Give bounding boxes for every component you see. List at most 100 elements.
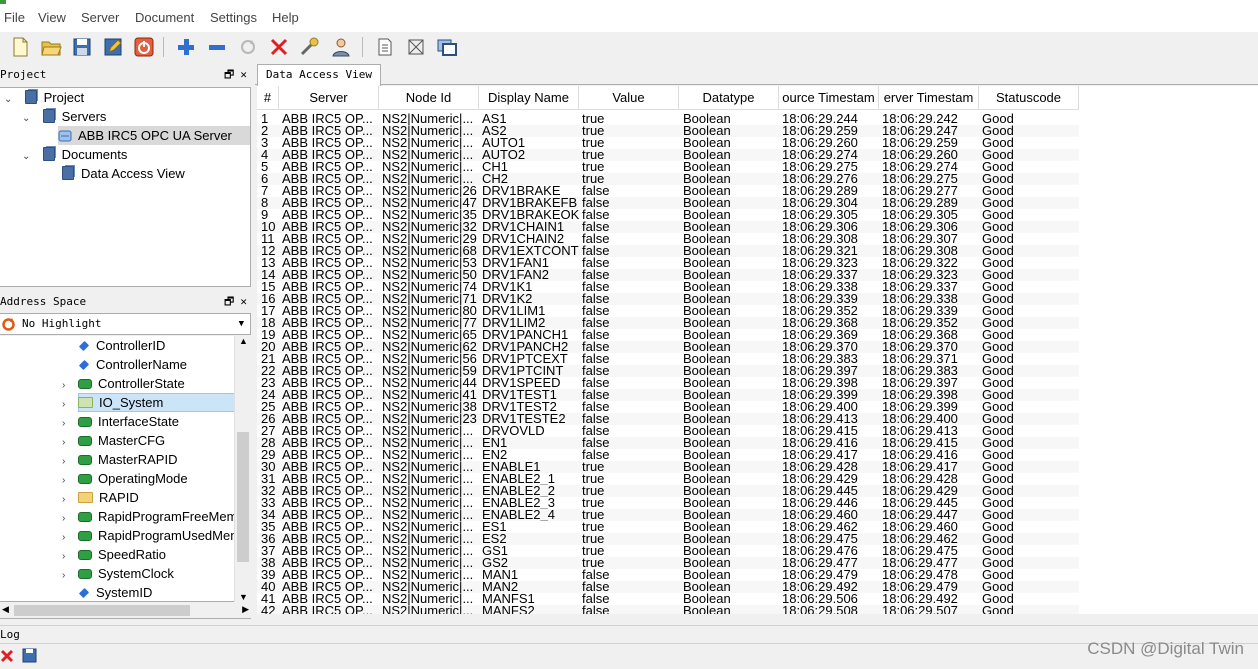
chevron-down-icon[interactable]: ▼ bbox=[239, 314, 244, 334]
menu-document[interactable]: Document bbox=[135, 10, 194, 25]
column-header-row-number[interactable]: # bbox=[257, 86, 279, 110]
delete-icon[interactable] bbox=[267, 35, 291, 59]
table-row[interactable]: 21 ABB IRC5 OP... NS2|Numeric|56 DRV1PTCEXT… bbox=[257, 353, 1079, 365]
address-item[interactable]: › ControllerState bbox=[62, 374, 185, 393]
power-icon[interactable] bbox=[132, 35, 156, 59]
table-row[interactable]: 32 ABB IRC5 OP... NS2|Numeric|... ENABLE2_2… bbox=[257, 485, 1079, 497]
address-item[interactable]: › SystemClock bbox=[62, 564, 174, 583]
scroll-thumb[interactable] bbox=[14, 605, 190, 616]
remove-icon[interactable] bbox=[205, 35, 229, 59]
table-row[interactable]: 30 ABB IRC5 OP... NS2|Numeric|... ENABLE1 tr… bbox=[257, 461, 1079, 473]
new-document-icon[interactable] bbox=[8, 35, 32, 59]
save-icon[interactable] bbox=[70, 35, 94, 59]
table-row[interactable]: 34 ABB IRC5 OP... NS2|Numeric|... ENABLE2_4… bbox=[257, 509, 1079, 521]
address-item[interactable]: ControllerID bbox=[78, 336, 165, 355]
table-row[interactable]: 11 ABB IRC5 OP... NS2|Numeric|29 DRV1CHAIN2… bbox=[257, 233, 1079, 245]
tree-item-documents[interactable]: ⌄ Documents bbox=[22, 145, 127, 164]
scroll-right-icon[interactable]: ▶ bbox=[242, 604, 249, 615]
table-row[interactable]: 20 ABB IRC5 OP... NS2|Numeric|62 DRV1PANCH2… bbox=[257, 341, 1079, 353]
table-row[interactable]: 35 ABB IRC5 OP... NS2|Numeric|... ES1 true Bo… bbox=[257, 521, 1079, 533]
chevron-down-icon[interactable]: ⌄ bbox=[22, 147, 32, 166]
address-horizontal-scrollbar[interactable]: ◀ ▶ bbox=[0, 602, 251, 619]
table-row[interactable]: 15 ABB IRC5 OP... NS2|Numeric|74 DRV1K1 fals… bbox=[257, 281, 1079, 293]
scroll-thumb[interactable] bbox=[237, 432, 249, 562]
table-row[interactable]: 14 ABB IRC5 OP... NS2|Numeric|50 DRV1FAN2 fa… bbox=[257, 269, 1079, 281]
float-icon[interactable]: 🗗 bbox=[224, 295, 234, 308]
scroll-left-icon[interactable]: ◀ bbox=[2, 604, 9, 615]
address-item[interactable]: › RapidProgramUsedMem bbox=[62, 526, 234, 545]
menu-settings[interactable]: Settings bbox=[210, 10, 257, 25]
table-row[interactable]: 31 ABB IRC5 OP... NS2|Numeric|... ENABLE2_1… bbox=[257, 473, 1079, 485]
tree-item-server[interactable]: ABB IRC5 OPC UA Server bbox=[58, 126, 250, 145]
table-row[interactable]: 6 ABB IRC5 OP... NS2|Numeric|... CH2 true Boo… bbox=[257, 173, 1079, 185]
menu-help[interactable]: Help bbox=[272, 10, 299, 25]
refresh-icon[interactable] bbox=[1, 317, 16, 332]
address-item[interactable]: › InterfaceState bbox=[62, 412, 179, 431]
menu-file[interactable]: File bbox=[4, 10, 25, 25]
table-row[interactable]: 22 ABB IRC5 OP... NS2|Numeric|59 DRV1PTCINT… bbox=[257, 365, 1079, 377]
table-row[interactable]: 1 ABB IRC5 OP... NS2|Numeric|... AS1 true Boo… bbox=[257, 113, 1079, 125]
table-row[interactable]: 7 ABB IRC5 OP... NS2|Numeric|26 DRV1BRAKE fa… bbox=[257, 185, 1079, 197]
table-row[interactable]: 37 ABB IRC5 OP... NS2|Numeric|... GS1 true Bo… bbox=[257, 545, 1079, 557]
table-row[interactable]: 36 ABB IRC5 OP... NS2|Numeric|... ES2 true Bo… bbox=[257, 533, 1079, 545]
address-item[interactable]: › RAPID bbox=[62, 488, 139, 507]
table-row[interactable]: 13 ABB IRC5 OP... NS2|Numeric|53 DRV1FAN1 fa… bbox=[257, 257, 1079, 269]
edit-icon[interactable] bbox=[101, 35, 125, 59]
address-vertical-scrollbar[interactable]: ▲ ▼ bbox=[234, 336, 251, 602]
float-icon[interactable]: 🗗 bbox=[224, 68, 234, 81]
table-row[interactable]: 41 ABB IRC5 OP... NS2|Numeric|... MANFS1 fal… bbox=[257, 593, 1079, 605]
menu-view[interactable]: View bbox=[38, 10, 66, 25]
tab-data-access-view[interactable]: Data Access View bbox=[257, 64, 381, 86]
table-row[interactable]: 19 ABB IRC5 OP... NS2|Numeric|65 DRV1PANCH1… bbox=[257, 329, 1079, 341]
table-row[interactable]: 3 ABB IRC5 OP... NS2|Numeric|... AUTO1 true B… bbox=[257, 137, 1079, 149]
table-row[interactable]: 33 ABB IRC5 OP... NS2|Numeric|... ENABLE2_3… bbox=[257, 497, 1079, 509]
save-icon[interactable] bbox=[22, 648, 37, 663]
highlight-select[interactable]: No Highlight ▼ bbox=[0, 313, 251, 335]
address-item[interactable]: › SpeedRatio bbox=[62, 545, 166, 564]
settings-icon[interactable] bbox=[298, 35, 322, 59]
tree-item-servers[interactable]: ⌄ Servers bbox=[22, 107, 106, 126]
chevron-right-icon[interactable]: › bbox=[62, 566, 72, 585]
table-row[interactable]: 10 ABB IRC5 OP... NS2|Numeric|32 DRV1CHAIN1… bbox=[257, 221, 1079, 233]
table-row[interactable]: 24 ABB IRC5 OP... NS2|Numeric|41 DRV1TEST1 f… bbox=[257, 389, 1079, 401]
table-row[interactable]: 40 ABB IRC5 OP... NS2|Numeric|... MAN2 false… bbox=[257, 581, 1079, 593]
column-header-server-timestamp[interactable]: erver Timestam bbox=[879, 86, 979, 110]
table-row[interactable]: 12 ABB IRC5 OP... NS2|Numeric|68 DRV1EXTCON… bbox=[257, 245, 1079, 257]
window-icon[interactable] bbox=[435, 35, 459, 59]
table-row[interactable]: 27 ABB IRC5 OP... NS2|Numeric|... DRVOVLD fa… bbox=[257, 425, 1079, 437]
table-row[interactable]: 5 ABB IRC5 OP... NS2|Numeric|... CH1 true Boo… bbox=[257, 161, 1079, 173]
address-item[interactable]: › MasterRAPID bbox=[62, 450, 177, 469]
filter-icon[interactable] bbox=[404, 35, 428, 59]
table-row[interactable]: 38 ABB IRC5 OP... NS2|Numeric|... GS2 true Bo… bbox=[257, 557, 1079, 569]
table-row[interactable]: 23 ABB IRC5 OP... NS2|Numeric|44 DRV1SPEED f… bbox=[257, 377, 1079, 389]
address-item[interactable]: › IO_System bbox=[62, 393, 234, 412]
table-row[interactable]: 8 ABB IRC5 OP... NS2|Numeric|47 DRV1BRAKEFB… bbox=[257, 197, 1079, 209]
chevron-down-icon[interactable]: ⌄ bbox=[22, 109, 32, 128]
add-icon[interactable] bbox=[174, 35, 198, 59]
clear-icon[interactable] bbox=[0, 649, 14, 663]
table-row[interactable]: 9 ABB IRC5 OP... NS2|Numeric|35 DRV1BRAKEOK… bbox=[257, 209, 1079, 221]
address-item[interactable]: › OperatingMode bbox=[62, 469, 188, 488]
menu-server[interactable]: Server bbox=[81, 10, 119, 25]
address-item[interactable]: › MasterCFG bbox=[62, 431, 165, 450]
column-header-statuscode[interactable]: Statuscode bbox=[979, 86, 1079, 110]
user-icon[interactable] bbox=[329, 35, 353, 59]
column-header-source-timestamp[interactable]: ource Timestam bbox=[779, 86, 879, 110]
close-icon[interactable]: ✕ bbox=[240, 68, 247, 81]
table-row[interactable]: 17 ABB IRC5 OP... NS2|Numeric|80 DRV1LIM1 fa… bbox=[257, 305, 1079, 317]
table-row[interactable]: 2 ABB IRC5 OP... NS2|Numeric|... AS2 true Boo… bbox=[257, 125, 1079, 137]
table-row[interactable]: 29 ABB IRC5 OP... NS2|Numeric|... EN2 false B… bbox=[257, 449, 1079, 461]
address-item[interactable]: › RapidProgramFreeMem bbox=[62, 507, 234, 526]
scroll-up-icon[interactable]: ▲ bbox=[239, 336, 248, 346]
tree-item-project[interactable]: ⌄ Project bbox=[4, 88, 84, 107]
refresh-icon[interactable] bbox=[236, 35, 260, 59]
column-header-server[interactable]: Server bbox=[279, 86, 379, 110]
table-row[interactable]: 4 ABB IRC5 OP... NS2|Numeric|... AUTO2 true B… bbox=[257, 149, 1079, 161]
table-row[interactable]: 16 ABB IRC5 OP... NS2|Numeric|71 DRV1K2 fals… bbox=[257, 293, 1079, 305]
table-row[interactable]: 18 ABB IRC5 OP... NS2|Numeric|77 DRV1LIM2 fa… bbox=[257, 317, 1079, 329]
address-item[interactable]: ControllerName bbox=[78, 355, 187, 374]
column-header-value[interactable]: Value bbox=[579, 86, 679, 110]
chevron-down-icon[interactable]: ⌄ bbox=[4, 90, 14, 109]
address-item[interactable]: SystemID bbox=[78, 583, 152, 601]
table-row[interactable]: 26 ABB IRC5 OP... NS2|Numeric|23 DRV1TESTE2… bbox=[257, 413, 1079, 425]
